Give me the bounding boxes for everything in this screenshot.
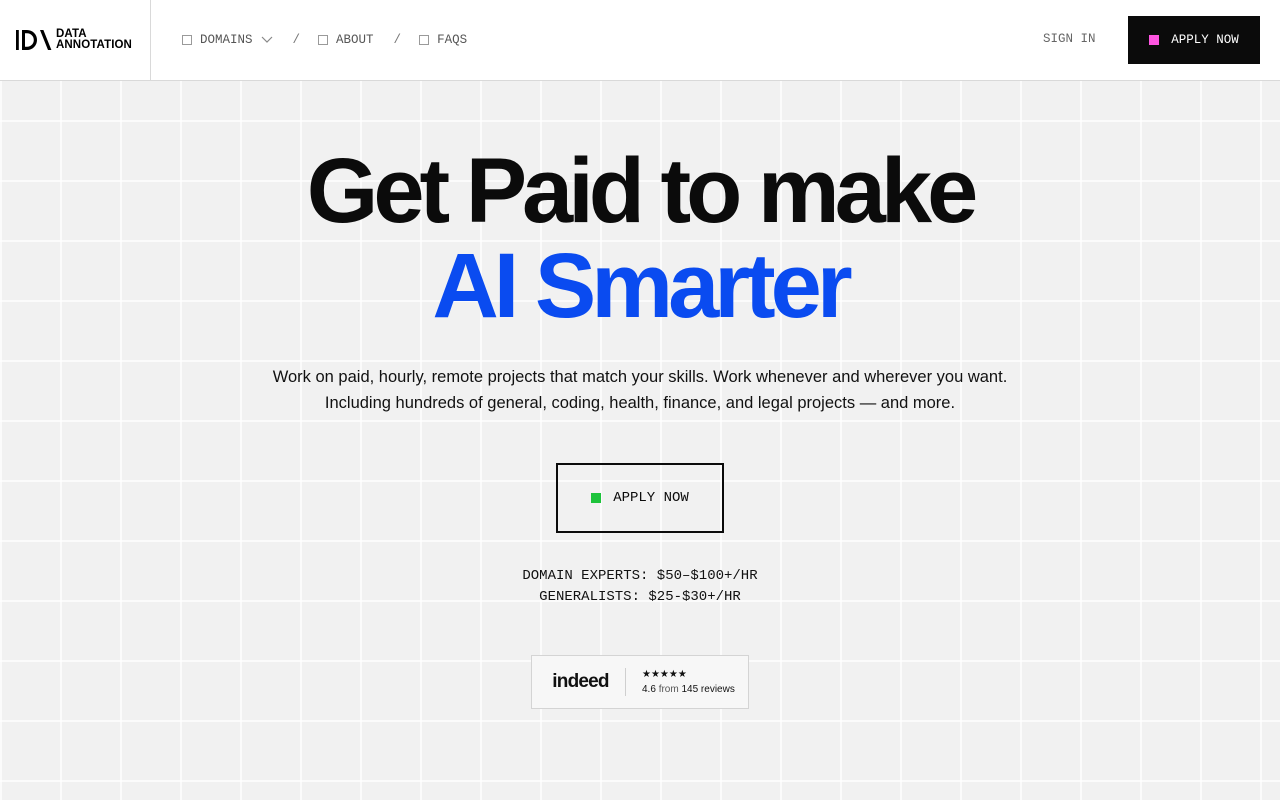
nav-item-label: FAQS <box>437 33 468 47</box>
review-info: ★★★★★ 4.6 from 145 reviews <box>626 669 735 695</box>
rating-from: from <box>658 684 679 695</box>
main-nav: DOMAINS / ABOUT / FAQS <box>182 0 467 80</box>
apply-button-label: APPLY NOW <box>1171 33 1239 47</box>
pink-square-icon <box>1149 35 1160 45</box>
rate-generalists: GENERALISTS: $25-$30+/HR <box>539 589 741 605</box>
star-rating-icon: ★★★★★ <box>642 669 687 680</box>
nav-square-icon <box>182 35 192 45</box>
hero-title-line1: Get Paid to make <box>306 140 978 242</box>
nav-item-domains[interactable]: DOMAINS <box>182 33 273 47</box>
rating-score: 4.6 <box>642 684 656 695</box>
nav-item-about[interactable]: ABOUT <box>318 33 374 47</box>
header-apply-button[interactable]: APPLY NOW <box>1128 16 1260 64</box>
chevron-down-icon <box>261 36 272 43</box>
hero-title-line2: AI Smarter <box>432 235 852 337</box>
nav-item-label: DOMAINS <box>200 33 253 47</box>
hero-subtitle-line2: Including hundreds of general, coding, h… <box>324 394 956 412</box>
apply-button-label: APPLY NOW <box>613 490 689 506</box>
nav-item-label: ABOUT <box>336 33 374 47</box>
nav-square-icon <box>419 35 430 45</box>
nav-item-faqs[interactable]: FAQS <box>419 33 467 47</box>
nav-square-icon <box>318 35 329 45</box>
green-square-icon <box>591 493 602 503</box>
indeed-logo: indeed <box>552 671 609 692</box>
logo[interactable]: DATA ANNOTATION <box>0 0 151 80</box>
rate-domain-experts: DOMAIN EXPERTS: $50–$100+/HR <box>522 568 758 584</box>
review-count: 145 reviews <box>681 684 735 695</box>
nav-separator: / <box>393 33 402 47</box>
rating-text: 4.6 from 145 reviews <box>642 684 735 695</box>
hero-subtitle-line1: Work on paid, hourly, remote projects th… <box>272 368 1008 386</box>
hero-subtitle: Work on paid, hourly, remote projects th… <box>0 364 1280 416</box>
logo-wordmark: DATA ANNOTATION <box>56 28 132 51</box>
logo-mark-icon <box>16 30 52 50</box>
sign-in-link[interactable]: SIGN IN <box>1043 32 1096 46</box>
indeed-review-badge[interactable]: indeed ★★★★★ 4.6 from 145 reviews <box>531 655 749 709</box>
nav-separator: / <box>292 33 301 47</box>
pay-rates: DOMAIN EXPERTS: $50–$100+/HR GENERALISTS… <box>0 566 1280 608</box>
site-header: DATA ANNOTATION DOMAINS / ABOUT / FAQS S… <box>0 0 1280 81</box>
hero-apply-button[interactable]: APPLY NOW <box>556 463 724 533</box>
